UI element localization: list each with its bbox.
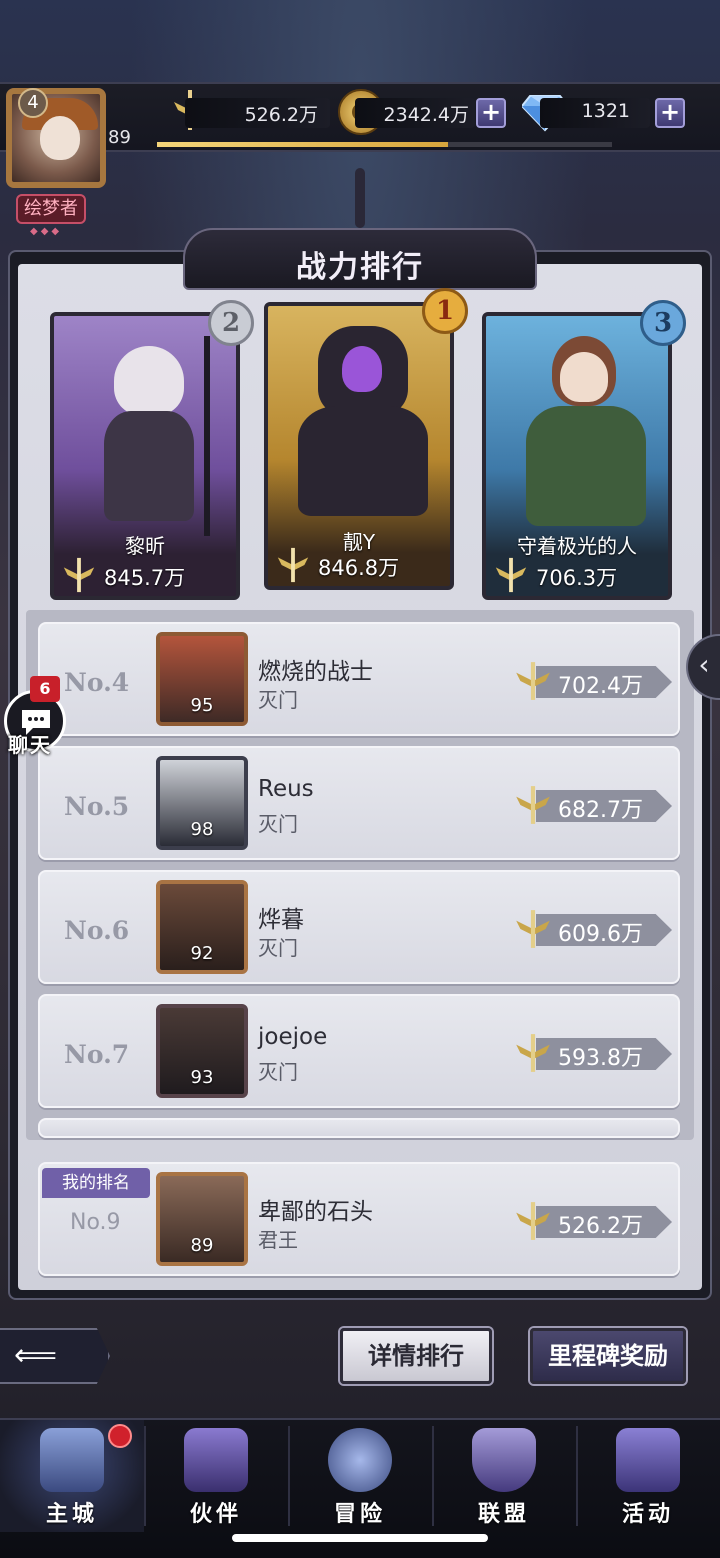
player-title-badge: 绘梦者 bbox=[16, 194, 86, 224]
gold-display: 2342.4万 bbox=[355, 98, 475, 128]
ranking-row[interactable]: No.6 92 烨暮 灭门 609.6万 bbox=[38, 870, 680, 984]
castle-icon bbox=[40, 1428, 104, 1492]
experience-fill bbox=[157, 142, 449, 147]
podium-card-rank-1[interactable]: 靓Y 846.8万 bbox=[264, 302, 454, 590]
power-display: 526.2万 bbox=[185, 98, 330, 128]
podium-card-rank-3[interactable]: 守着极光的人 706.3万 bbox=[482, 312, 672, 600]
rank-number: No.6 bbox=[64, 916, 130, 945]
player-power: 682.7万 bbox=[558, 798, 643, 823]
power-sword-icon bbox=[516, 1034, 550, 1072]
nav-label: 活动 bbox=[621, 1502, 674, 1527]
player-portrait: 93 bbox=[156, 1004, 248, 1098]
add-gold-button[interactable]: + bbox=[476, 98, 506, 128]
nav-alliance[interactable]: 联盟 bbox=[432, 1420, 576, 1532]
panel-title: 战力排行 bbox=[296, 250, 424, 285]
player-portrait: 98 bbox=[156, 756, 248, 850]
silver-medal-icon: 2 bbox=[208, 300, 254, 346]
wizard-hat-icon bbox=[184, 1428, 248, 1492]
nav-partners[interactable]: 伙伴 bbox=[144, 1420, 288, 1532]
my-ranking-row[interactable]: 我的排名 No.9 89 卑鄙的石头 君王 526.2万 bbox=[38, 1162, 680, 1276]
nav-label: 主城 bbox=[45, 1502, 98, 1527]
nav-adventure[interactable]: 冒险 bbox=[288, 1420, 432, 1532]
player-portrait: 95 bbox=[156, 632, 248, 726]
shield-icon bbox=[472, 1428, 536, 1492]
podium-name: 守着极光的人 bbox=[517, 534, 637, 558]
power-sword-icon bbox=[277, 547, 309, 583]
player-name: Reus bbox=[258, 776, 314, 802]
player-power: 609.6万 bbox=[558, 922, 643, 947]
player-power: 526.2万 bbox=[558, 1214, 643, 1239]
back-arrow-icon: ⟸ bbox=[14, 1338, 58, 1373]
ranking-row-partial[interactable] bbox=[38, 1118, 680, 1138]
guild-name: 灭门 bbox=[258, 688, 298, 712]
rank-number: No.9 bbox=[70, 1210, 121, 1235]
guild-name: 灭门 bbox=[258, 1060, 298, 1084]
player-name: joejoe bbox=[258, 1024, 328, 1050]
panel-ornament bbox=[355, 168, 365, 228]
my-rank-tag: 我的排名 bbox=[42, 1168, 150, 1198]
power-sword-icon bbox=[495, 557, 527, 593]
power-sword-icon bbox=[516, 662, 550, 700]
notification-dot bbox=[108, 1424, 132, 1448]
gem-display: 1321 bbox=[540, 98, 650, 128]
title-decoration: ◆◆◆ bbox=[30, 226, 63, 237]
nav-label: 冒险 bbox=[333, 1502, 386, 1527]
power-sword-icon bbox=[63, 557, 95, 593]
bronze-medal-icon: 3 bbox=[640, 300, 686, 346]
compass-icon bbox=[328, 1428, 392, 1492]
guild-name: 灭门 bbox=[258, 812, 298, 836]
ranking-row[interactable]: No.5 98 Reus 灭门 682.7万 bbox=[38, 746, 680, 860]
milestone-reward-button[interactable]: 里程碑奖励 bbox=[530, 1328, 686, 1384]
guild-name: 灭门 bbox=[258, 936, 298, 960]
portrait-level: 95 bbox=[190, 695, 214, 716]
player-level: 89 bbox=[108, 127, 131, 148]
avatar-rank-badge: 4 bbox=[18, 88, 48, 118]
experience-bar bbox=[157, 142, 612, 147]
chevron-left-icon: ‹ bbox=[698, 648, 710, 681]
podium-power: 845.7万 bbox=[104, 566, 186, 590]
cards-icon bbox=[616, 1428, 680, 1492]
ranking-row[interactable]: No.7 93 joejoe 灭门 593.8万 bbox=[38, 994, 680, 1108]
power-value: 526.2万 bbox=[244, 104, 318, 126]
guild-name: 君王 bbox=[258, 1228, 298, 1252]
podium-power: 846.8万 bbox=[318, 556, 400, 580]
podium-power: 706.3万 bbox=[536, 566, 618, 590]
nav-label: 联盟 bbox=[477, 1502, 530, 1527]
player-power: 702.4万 bbox=[558, 674, 643, 699]
nav-home[interactable]: 主城 bbox=[0, 1420, 144, 1532]
nav-label: 伙伴 bbox=[189, 1502, 242, 1527]
player-name: 卑鄙的石头 bbox=[258, 1199, 373, 1225]
gem-value: 1321 bbox=[581, 100, 630, 122]
ranking-row[interactable]: No.4 95 燃烧的战士 灭门 702.4万 bbox=[38, 622, 680, 736]
player-name: 燃烧的战士 bbox=[258, 659, 373, 685]
panel-title-banner: 战力排行 bbox=[183, 228, 537, 290]
player-portrait: 89 bbox=[156, 1172, 248, 1266]
player-power: 593.8万 bbox=[558, 1046, 643, 1071]
chat-label: 聊天 bbox=[8, 733, 52, 757]
power-sword-icon bbox=[516, 1202, 550, 1240]
portrait-level: 93 bbox=[190, 1067, 214, 1088]
power-sword-icon bbox=[516, 786, 550, 824]
podium-card-rank-2[interactable]: 黎昕 845.7万 bbox=[50, 312, 240, 600]
gold-medal-icon: 1 bbox=[422, 288, 468, 334]
podium-name: 黎昕 bbox=[125, 534, 165, 558]
portrait-level: 89 bbox=[190, 1235, 214, 1256]
back-button[interactable]: ⟸ bbox=[0, 1328, 110, 1384]
detail-ranking-button[interactable]: 详情排行 bbox=[340, 1328, 492, 1384]
power-sword-icon bbox=[516, 910, 550, 948]
add-gems-button[interactable]: + bbox=[655, 98, 685, 128]
home-indicator bbox=[232, 1534, 488, 1542]
rank-number: No.4 bbox=[64, 668, 130, 697]
chat-unread-badge: 6 bbox=[30, 676, 60, 702]
rank-number: No.5 bbox=[64, 792, 130, 821]
gold-value: 2342.4万 bbox=[383, 104, 469, 126]
player-portrait: 92 bbox=[156, 880, 248, 974]
portrait-level: 98 bbox=[190, 819, 214, 840]
player-name: 烨暮 bbox=[258, 907, 304, 933]
rank-number: No.7 bbox=[64, 1040, 130, 1069]
nav-events[interactable]: 活动 bbox=[576, 1420, 720, 1532]
portrait-level: 92 bbox=[190, 943, 214, 964]
